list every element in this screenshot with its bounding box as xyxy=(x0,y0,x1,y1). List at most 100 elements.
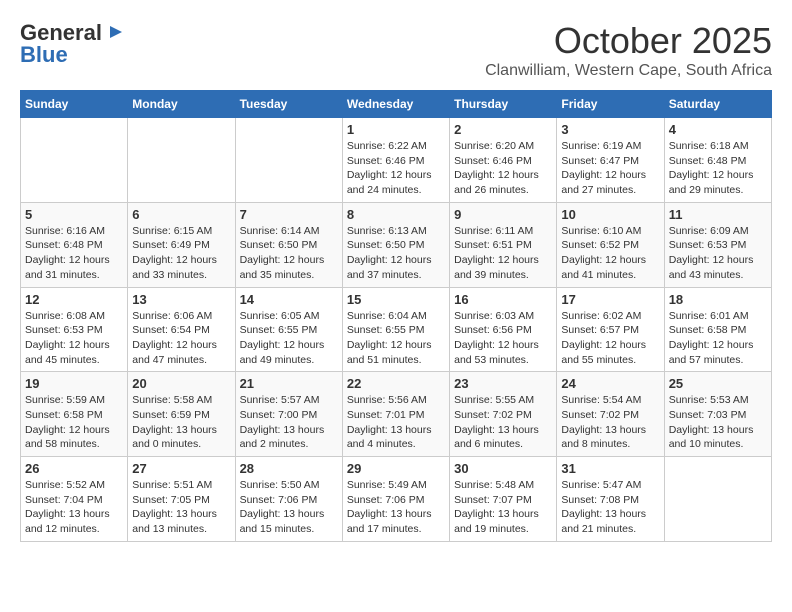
logo-blue: Blue xyxy=(20,42,68,68)
day-number: 9 xyxy=(454,207,552,222)
page-header: General Blue October 2025 Clanwilliam, W… xyxy=(20,20,772,80)
calendar-cell: 17 Sunrise: 6:02 AM Sunset: 6:57 PM Dayli… xyxy=(557,287,664,372)
calendar-table: SundayMondayTuesdayWednesdayThursdayFrid… xyxy=(20,90,772,542)
calendar-cell: 13 Sunrise: 6:06 AM Sunset: 6:54 PM Dayli… xyxy=(128,287,235,372)
calendar-cell: 2 Sunrise: 6:20 AM Sunset: 6:46 PM Daylig… xyxy=(450,118,557,203)
day-number: 12 xyxy=(25,292,123,307)
day-number: 2 xyxy=(454,122,552,137)
day-info: Sunrise: 5:58 AM Sunset: 6:59 PM Dayligh… xyxy=(132,393,230,452)
day-info: Sunrise: 6:11 AM Sunset: 6:51 PM Dayligh… xyxy=(454,224,552,283)
calendar-cell: 6 Sunrise: 6:15 AM Sunset: 6:49 PM Daylig… xyxy=(128,202,235,287)
day-number: 24 xyxy=(561,376,659,391)
calendar-cell xyxy=(21,118,128,203)
day-info: Sunrise: 6:03 AM Sunset: 6:56 PM Dayligh… xyxy=(454,309,552,368)
calendar-cell: 28 Sunrise: 5:50 AM Sunset: 7:06 PM Dayli… xyxy=(235,457,342,542)
day-info: Sunrise: 6:15 AM Sunset: 6:49 PM Dayligh… xyxy=(132,224,230,283)
day-number: 22 xyxy=(347,376,445,391)
day-info: Sunrise: 5:49 AM Sunset: 7:06 PM Dayligh… xyxy=(347,478,445,537)
day-number: 28 xyxy=(240,461,338,476)
day-info: Sunrise: 5:57 AM Sunset: 7:00 PM Dayligh… xyxy=(240,393,338,452)
day-number: 3 xyxy=(561,122,659,137)
location-subtitle: Clanwilliam, Western Cape, South Africa xyxy=(485,62,772,80)
day-info: Sunrise: 5:51 AM Sunset: 7:05 PM Dayligh… xyxy=(132,478,230,537)
day-info: Sunrise: 6:22 AM Sunset: 6:46 PM Dayligh… xyxy=(347,139,445,198)
day-info: Sunrise: 6:08 AM Sunset: 6:53 PM Dayligh… xyxy=(25,309,123,368)
calendar-cell: 29 Sunrise: 5:49 AM Sunset: 7:06 PM Dayli… xyxy=(342,457,449,542)
day-info: Sunrise: 6:06 AM Sunset: 6:54 PM Dayligh… xyxy=(132,309,230,368)
calendar-cell: 8 Sunrise: 6:13 AM Sunset: 6:50 PM Daylig… xyxy=(342,202,449,287)
day-number: 13 xyxy=(132,292,230,307)
calendar-cell: 15 Sunrise: 6:04 AM Sunset: 6:55 PM Dayli… xyxy=(342,287,449,372)
calendar-cell: 19 Sunrise: 5:59 AM Sunset: 6:58 PM Dayli… xyxy=(21,372,128,457)
calendar-week-row: 1 Sunrise: 6:22 AM Sunset: 6:46 PM Daylig… xyxy=(21,118,772,203)
day-number: 30 xyxy=(454,461,552,476)
day-info: Sunrise: 6:01 AM Sunset: 6:58 PM Dayligh… xyxy=(669,309,767,368)
day-number: 15 xyxy=(347,292,445,307)
calendar-cell: 14 Sunrise: 6:05 AM Sunset: 6:55 PM Dayli… xyxy=(235,287,342,372)
calendar-cell: 18 Sunrise: 6:01 AM Sunset: 6:58 PM Dayli… xyxy=(664,287,771,372)
day-info: Sunrise: 6:13 AM Sunset: 6:50 PM Dayligh… xyxy=(347,224,445,283)
weekday-header-monday: Monday xyxy=(128,91,235,118)
day-info: Sunrise: 6:14 AM Sunset: 6:50 PM Dayligh… xyxy=(240,224,338,283)
calendar-cell xyxy=(235,118,342,203)
logo-bird-icon xyxy=(104,24,122,42)
day-info: Sunrise: 5:50 AM Sunset: 7:06 PM Dayligh… xyxy=(240,478,338,537)
day-number: 7 xyxy=(240,207,338,222)
day-number: 23 xyxy=(454,376,552,391)
day-number: 20 xyxy=(132,376,230,391)
day-number: 14 xyxy=(240,292,338,307)
day-info: Sunrise: 6:04 AM Sunset: 6:55 PM Dayligh… xyxy=(347,309,445,368)
month-title: October 2025 xyxy=(485,20,772,62)
calendar-cell: 20 Sunrise: 5:58 AM Sunset: 6:59 PM Dayli… xyxy=(128,372,235,457)
day-number: 25 xyxy=(669,376,767,391)
day-info: Sunrise: 5:47 AM Sunset: 7:08 PM Dayligh… xyxy=(561,478,659,537)
calendar-cell: 24 Sunrise: 5:54 AM Sunset: 7:02 PM Dayli… xyxy=(557,372,664,457)
day-number: 4 xyxy=(669,122,767,137)
calendar-cell xyxy=(664,457,771,542)
calendar-cell: 7 Sunrise: 6:14 AM Sunset: 6:50 PM Daylig… xyxy=(235,202,342,287)
calendar-cell: 12 Sunrise: 6:08 AM Sunset: 6:53 PM Dayli… xyxy=(21,287,128,372)
logo: General Blue xyxy=(20,20,122,68)
day-number: 1 xyxy=(347,122,445,137)
calendar-cell: 25Sunrise: 5:53 AM Sunset: 7:03 PM Dayli… xyxy=(664,372,771,457)
day-info: Sunrise: 6:02 AM Sunset: 6:57 PM Dayligh… xyxy=(561,309,659,368)
day-info: Sunrise: 6:19 AM Sunset: 6:47 PM Dayligh… xyxy=(561,139,659,198)
day-info: Sunrise: 6:20 AM Sunset: 6:46 PM Dayligh… xyxy=(454,139,552,198)
calendar-cell: 5 Sunrise: 6:16 AM Sunset: 6:48 PM Daylig… xyxy=(21,202,128,287)
calendar-cell: 26Sunrise: 5:52 AM Sunset: 7:04 PM Dayli… xyxy=(21,457,128,542)
day-number: 27 xyxy=(132,461,230,476)
day-number: 11 xyxy=(669,207,767,222)
calendar-cell: 23 Sunrise: 5:55 AM Sunset: 7:02 PM Dayli… xyxy=(450,372,557,457)
day-info: Sunrise: 6:10 AM Sunset: 6:52 PM Dayligh… xyxy=(561,224,659,283)
day-number: 26 xyxy=(25,461,123,476)
day-number: 21 xyxy=(240,376,338,391)
calendar-cell: 16 Sunrise: 6:03 AM Sunset: 6:56 PM Dayli… xyxy=(450,287,557,372)
day-info: Sunrise: 5:54 AM Sunset: 7:02 PM Dayligh… xyxy=(561,393,659,452)
weekday-header-saturday: Saturday xyxy=(664,91,771,118)
day-info: Sunrise: 6:09 AM Sunset: 6:53 PM Dayligh… xyxy=(669,224,767,283)
day-info: Sunrise: 6:18 AM Sunset: 6:48 PM Dayligh… xyxy=(669,139,767,198)
calendar-week-row: 5 Sunrise: 6:16 AM Sunset: 6:48 PM Daylig… xyxy=(21,202,772,287)
calendar-cell: 30 Sunrise: 5:48 AM Sunset: 7:07 PM Dayli… xyxy=(450,457,557,542)
weekday-header-thursday: Thursday xyxy=(450,91,557,118)
day-number: 17 xyxy=(561,292,659,307)
weekday-header-tuesday: Tuesday xyxy=(235,91,342,118)
day-number: 19 xyxy=(25,376,123,391)
day-info: Sunrise: 5:59 AM Sunset: 6:58 PM Dayligh… xyxy=(25,393,123,452)
calendar-week-row: 26Sunrise: 5:52 AM Sunset: 7:04 PM Dayli… xyxy=(21,457,772,542)
day-number: 16 xyxy=(454,292,552,307)
day-number: 8 xyxy=(347,207,445,222)
day-number: 10 xyxy=(561,207,659,222)
day-number: 5 xyxy=(25,207,123,222)
day-number: 6 xyxy=(132,207,230,222)
day-number: 31 xyxy=(561,461,659,476)
title-area: October 2025 Clanwilliam, Western Cape, … xyxy=(485,20,772,80)
day-number: 29 xyxy=(347,461,445,476)
day-info: Sunrise: 6:16 AM Sunset: 6:48 PM Dayligh… xyxy=(25,224,123,283)
calendar-cell: 1 Sunrise: 6:22 AM Sunset: 6:46 PM Daylig… xyxy=(342,118,449,203)
day-info: Sunrise: 5:48 AM Sunset: 7:07 PM Dayligh… xyxy=(454,478,552,537)
day-info: Sunrise: 6:05 AM Sunset: 6:55 PM Dayligh… xyxy=(240,309,338,368)
day-number: 18 xyxy=(669,292,767,307)
day-info: Sunrise: 5:55 AM Sunset: 7:02 PM Dayligh… xyxy=(454,393,552,452)
calendar-cell: 4 Sunrise: 6:18 AM Sunset: 6:48 PM Daylig… xyxy=(664,118,771,203)
